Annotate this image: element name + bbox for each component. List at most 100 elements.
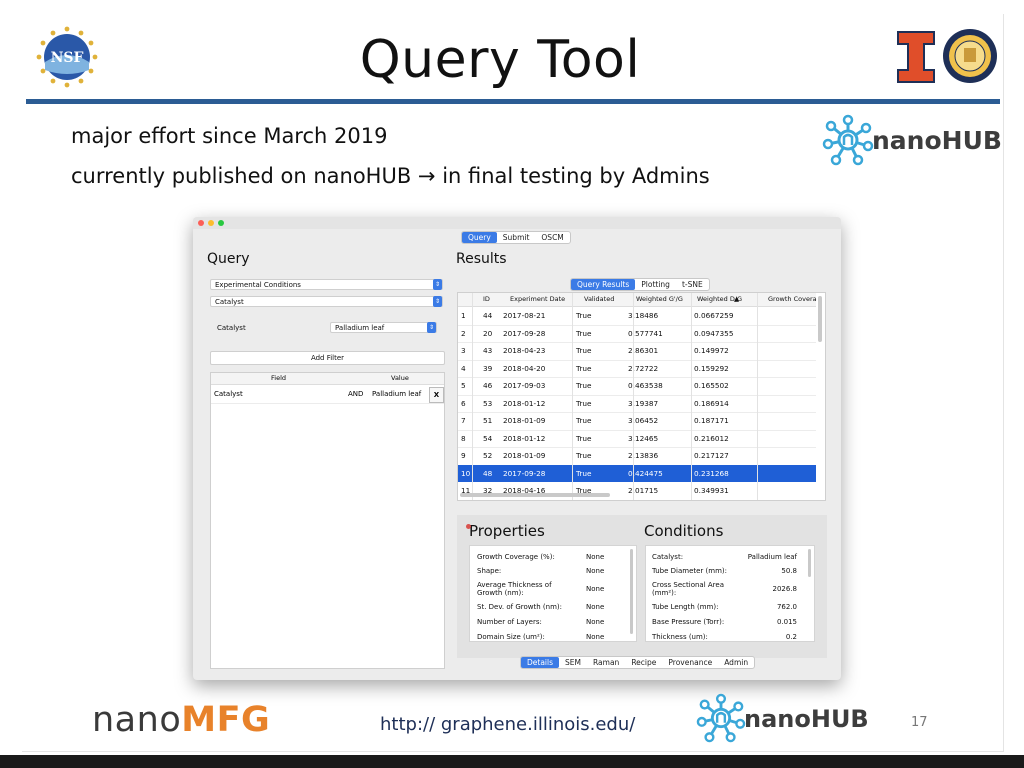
conditions-item-value: 2026.8 [772,585,798,593]
row-number: 10 [461,468,471,478]
column-divider [633,293,634,500]
minimize-window-icon[interactable] [208,220,214,226]
nsf-logo: NSF [36,26,98,88]
tab-plotting[interactable]: Plotting [635,279,676,290]
cell-id: 44 [483,311,493,320]
cell-weighted-dg: 0.186914 [694,398,729,408]
tab-admin[interactable]: Admin [718,657,754,668]
properties-scrollbar[interactable] [630,549,633,634]
vertical-scrollbar[interactable] [818,296,822,342]
cell-experiment-date: 2018-04-20 [503,363,546,373]
catalyst-value-select[interactable]: Palladium leaf ⇕ [330,322,437,333]
tab-tsne[interactable]: t-SNE [676,279,709,290]
nanohub-network-icon [822,114,874,166]
table-row[interactable]: 8 54 2018-01-12 True 3.12465 0.216012 [458,430,816,448]
col-header-growth-coverage[interactable]: Growth Covera [768,293,817,306]
properties-item-value: None [586,567,605,575]
cell-weighted-dg: 0.0947355 [694,328,734,338]
table-row[interactable]: 4 39 2018-04-20 True 2.72722 0.159292 [458,360,816,378]
properties-item-value: None [586,618,605,626]
close-window-icon[interactable] [198,220,204,226]
nanohub-label-top: nanoHUB [872,126,1002,155]
results-title: Results [456,251,507,267]
conditions-item-value: 50.8 [781,567,797,575]
conditions-scrollbar[interactable] [808,549,811,577]
nanohub-label-footer: nanoHUB [744,705,869,733]
condition-category-select[interactable]: Experimental Conditions ⇕ [210,279,443,290]
row-number: 3 [461,346,466,355]
condition-field-select[interactable]: Catalyst ⇕ [210,296,443,307]
table-row[interactable]: 5 46 2017-09-03 True 0.463538 0.165502 [458,377,816,395]
row-number: 7 [461,416,466,425]
cell-experiment-date: 2017-09-28 [503,328,546,338]
table-row[interactable]: 6 53 2018-01-12 True 3.19387 0.186914 [458,395,816,413]
col-header-weighted-gg[interactable]: Weighted G'/G [636,293,683,306]
properties-item-value: None [586,585,605,593]
row-number: 6 [461,398,466,408]
filter-table: Field Value Catalyst AND Palladium leaf … [210,372,445,669]
sort-ascending-icon: ▲ [734,295,739,303]
add-filter-button[interactable]: Add Filter [210,351,445,365]
cell-validated: True [576,381,592,390]
col-header-validated[interactable]: Validated [584,293,614,306]
conditions-item-value: 762.0 [776,603,797,611]
tab-recipe[interactable]: Recipe [625,657,662,668]
cell-experiment-date: 2018-04-23 [503,346,546,355]
tab-raman[interactable]: Raman [587,657,625,668]
column-divider [472,293,473,500]
table-row[interactable]: 3 43 2018-04-23 True 2.86301 0.149972 [458,342,816,360]
table-row[interactable]: 7 51 2018-01-09 True 3.06452 0.187171 [458,412,816,430]
cell-experiment-date: 2018-01-09 [503,451,546,460]
chevron-updown-icon: ⇕ [427,322,436,333]
cell-id: 53 [483,398,493,408]
row-number: 4 [461,363,466,373]
results-table-header: ID Experiment Date Validated Weighted G'… [458,293,817,307]
cell-id: 20 [483,328,493,338]
filter-header-field: Field [271,374,287,382]
cell-validated: True [576,451,592,460]
chevron-updown-icon: ⇕ [433,296,442,307]
remove-filter-button[interactable]: X [429,387,444,403]
cell-weighted-dg: 0.149972 [694,346,729,355]
tab-query[interactable]: Query [462,232,497,243]
conditions-item-label: Tube Diameter (mm): [652,567,727,575]
cell-weighted-dg: 0.159292 [694,363,729,373]
filter-row[interactable]: Catalyst AND Palladium leaf X [211,385,444,404]
cell-weighted-dg: 0.0667259 [694,311,734,320]
tab-query-results[interactable]: Query Results [571,279,636,290]
col-header-date[interactable]: Experiment Date [510,293,565,306]
properties-item-value: None [586,633,605,641]
properties-item-value: None [586,603,605,611]
cell-id: 51 [483,416,493,425]
column-divider [691,293,692,500]
tab-provenance[interactable]: Provenance [662,657,718,668]
conditions-item-label: Thickness (um): [652,633,708,641]
tab-oscm[interactable]: OSCM [535,232,569,243]
condition-category-value: Experimental Conditions [215,281,301,289]
cell-id: 39 [483,363,493,373]
cell-weighted-dg: 0.217127 [694,451,729,460]
cell-id: 52 [483,451,493,460]
cell-validated: True [576,363,592,373]
conditions-item-label: Tube Length (mm): [652,603,719,611]
details-tab-bar: Details SEM Raman Recipe Provenance Admi… [520,656,756,669]
tab-sem[interactable]: SEM [559,657,587,668]
col-header-id[interactable]: ID [483,293,490,306]
cell-experiment-date: 2018-01-12 [503,398,546,408]
table-row[interactable]: 9 52 2018-01-09 True 2.13836 0.217127 [458,447,816,465]
table-row[interactable]: 2 20 2017-09-28 True 0.577741 0.0947355 [458,325,816,343]
table-row[interactable]: 10 48 2017-09-28 True 0.424475 0.231268 [458,464,816,482]
conditions-item-label: Catalyst: [652,553,684,561]
conditions-item-label: Base Pressure (Torr): [652,618,725,626]
properties-item-value: None [586,553,605,561]
horizontal-scrollbar[interactable] [460,493,610,497]
nsf-logo-text: NSF [51,50,84,66]
table-row[interactable]: 1 44 2017-08-21 True 3.18486 0.0667259 [458,307,816,325]
tab-details[interactable]: Details [521,657,560,668]
maximize-window-icon[interactable] [218,220,224,226]
results-table: ID Experiment Date Validated Weighted G'… [457,292,826,501]
conditions-item-value: Palladium leaf [747,553,797,561]
tab-submit[interactable]: Submit [497,232,536,243]
row-number: 8 [461,433,466,443]
cell-validated: True [576,328,592,338]
